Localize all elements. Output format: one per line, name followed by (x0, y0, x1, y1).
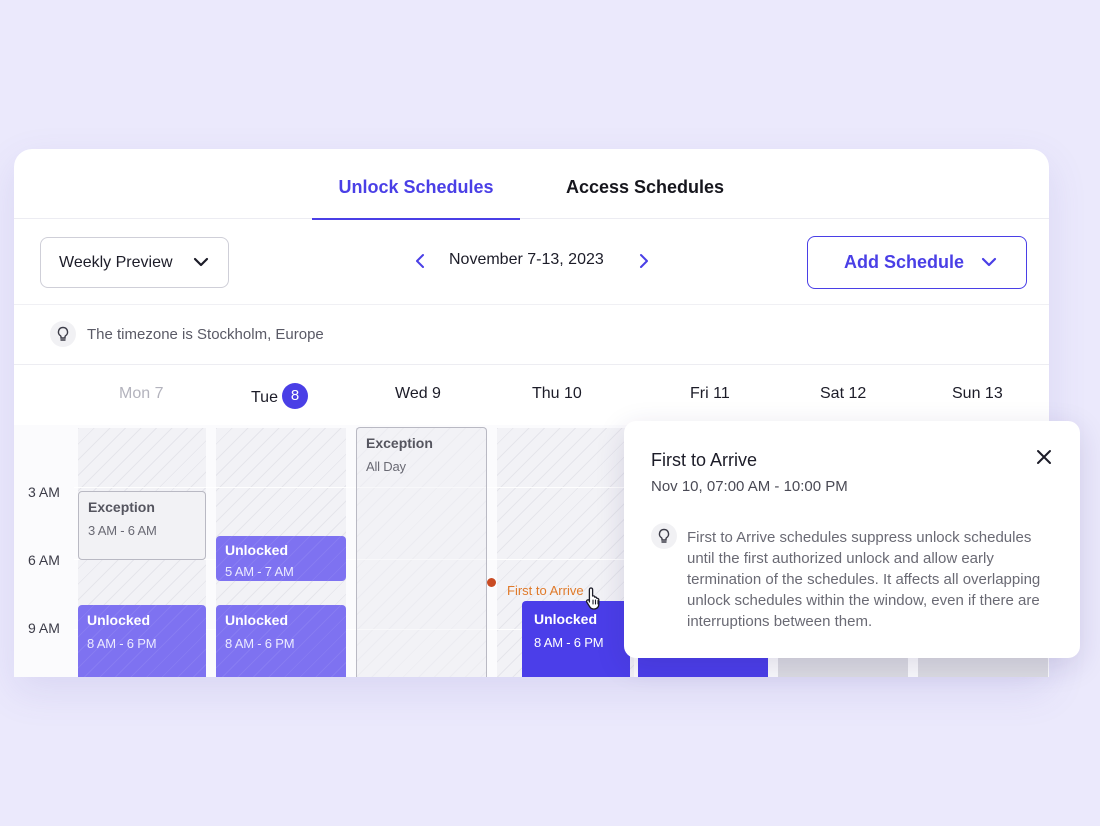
event-block-sat[interactable] (778, 655, 908, 677)
add-schedule-label: Add Schedule (844, 252, 965, 272)
chevron-right-icon[interactable] (634, 251, 654, 271)
day-header-wed: Wed 9 (395, 385, 441, 402)
day-header-sat: Sat 12 (820, 385, 867, 402)
chevron-left-icon[interactable] (410, 251, 430, 271)
event-unlocked-tue-early[interactable]: Unlocked 5 AM - 7 AM (216, 536, 346, 581)
hand-pointer-icon (585, 587, 600, 610)
first-to-arrive-label: First to Arrive (507, 583, 584, 598)
lightbulb-icon (651, 523, 677, 549)
event-time: 5 AM - 7 AM (225, 564, 294, 579)
view-select[interactable]: Weekly Preview (40, 237, 229, 288)
close-icon[interactable] (1034, 447, 1054, 467)
event-block-sun[interactable] (918, 655, 1048, 677)
time-label-9am: 9 AM (28, 620, 60, 636)
event-unlocked-tue[interactable]: Unlocked 8 AM - 6 PM (216, 605, 346, 677)
event-time: 8 AM - 6 PM (225, 636, 295, 651)
event-title: Unlocked (534, 611, 598, 627)
event-time: 3 AM - 6 AM (88, 523, 157, 538)
event-title: Unlocked (225, 542, 289, 558)
day-header-tue-label: Tue (251, 389, 278, 407)
first-to-arrive-start-dot (487, 578, 496, 587)
time-label-3am: 3 AM (28, 484, 60, 500)
event-time: 8 AM - 6 PM (87, 636, 157, 651)
event-exception-wed[interactable]: Exception All Day (356, 427, 487, 677)
event-title: Exception (88, 499, 155, 515)
event-time: 8 AM - 6 PM (534, 635, 604, 650)
day-header-thu: Thu 10 (532, 385, 582, 402)
event-title: Unlocked (87, 612, 151, 628)
day-header-mon: Mon 7 (119, 385, 164, 402)
day-header-tue: Tue 8 (251, 383, 308, 411)
today-badge: 8 (281, 383, 308, 409)
popover-title: First to Arrive (651, 450, 758, 470)
date-navigator: November 7-13, 2023 (409, 239, 659, 285)
day-header-row: Mon 7 Tue 8 Wed 9 Thu 10 Fri 11 Sat 12 Su… (14, 365, 1049, 425)
view-select-label: Weekly Preview (59, 254, 173, 271)
first-to-arrive-popover: First to Arrive Nov 10, 07:00 AM - 10:00… (624, 421, 1080, 658)
tab-unlock-schedules[interactable]: Unlock Schedules (312, 149, 520, 220)
popover-body: First to Arrive schedules suppress unloc… (687, 529, 1041, 630)
event-title: Exception (366, 435, 433, 451)
event-time: All Day (366, 459, 406, 474)
tab-bar: Unlock Schedules Access Schedules (14, 149, 1049, 220)
popover-subtitle: Nov 10, 07:00 AM - 10:00 PM (651, 478, 848, 495)
timezone-row: The timezone is Stockholm, Europe (14, 305, 1049, 365)
chevron-down-icon (981, 257, 997, 267)
day-header-sun: Sun 13 (952, 385, 1003, 402)
chevron-down-icon (193, 257, 209, 267)
event-exception-mon[interactable]: Exception 3 AM - 6 AM (78, 491, 206, 560)
date-range-label: November 7-13, 2023 (449, 251, 604, 268)
toolbar: Weekly Preview November 7-13, 2023 Add S… (14, 219, 1049, 305)
event-unlocked-thu[interactable]: Unlocked 8 AM - 6 PM (522, 601, 630, 677)
event-title: Unlocked (225, 612, 289, 628)
day-header-fri: Fri 11 (690, 385, 730, 402)
timezone-note: The timezone is Stockholm, Europe (87, 326, 324, 343)
tab-access-schedules[interactable]: Access Schedules (550, 149, 740, 219)
lightbulb-icon (50, 321, 76, 347)
add-schedule-button[interactable]: Add Schedule (807, 236, 1027, 289)
event-unlocked-mon[interactable]: Unlocked 8 AM - 6 PM (78, 605, 206, 677)
time-label-6am: 6 AM (28, 552, 60, 568)
